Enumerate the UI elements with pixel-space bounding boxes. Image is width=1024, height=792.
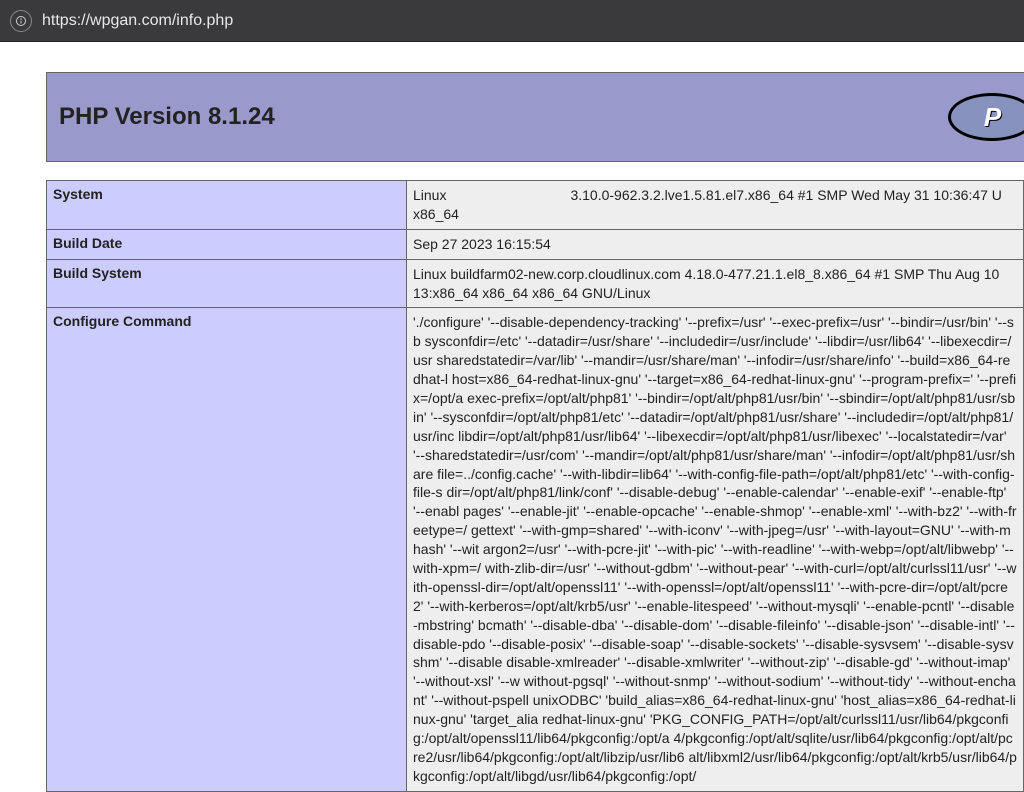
system-left: Linux bbox=[413, 186, 446, 205]
row-value-build-date: Sep 27 2023 16:15:54 bbox=[407, 229, 1024, 259]
row-value-system: Linux 3.10.0-962.3.2.lve1.5.81.el7.x86_6… bbox=[407, 181, 1024, 230]
php-logo-text: P bbox=[984, 102, 1000, 133]
browser-address-bar[interactable]: https://wpgan.com/info.php bbox=[0, 0, 1024, 42]
table-row: Build Date Sep 27 2023 16:15:54 bbox=[47, 229, 1024, 259]
table-row: System Linux 3.10.0-962.3.2.lve1.5.81.el… bbox=[47, 181, 1024, 230]
page-content: PHP Version 8.1.24 P System Linux 3.10.0… bbox=[0, 42, 1024, 792]
lock-icon bbox=[15, 15, 27, 27]
url-text[interactable]: https://wpgan.com/info.php bbox=[42, 12, 233, 30]
table-row: Build System Linux buildfarm02-new.corp.… bbox=[47, 259, 1024, 308]
phpinfo-header: PHP Version 8.1.24 P bbox=[46, 72, 1024, 162]
table-row: Configure Command './configure' '--disab… bbox=[47, 308, 1024, 791]
php-logo: P bbox=[964, 93, 1012, 141]
row-label-build-date: Build Date bbox=[47, 229, 407, 259]
php-version-title: PHP Version 8.1.24 bbox=[59, 103, 275, 131]
row-label-system: System bbox=[47, 181, 407, 230]
row-label-build-system: Build System bbox=[47, 259, 407, 308]
row-label-configure: Configure Command bbox=[47, 308, 407, 791]
site-info-icon[interactable] bbox=[10, 10, 32, 32]
php-logo-ellipse: P bbox=[948, 93, 1024, 141]
system-right: 3.10.0-962.3.2.lve1.5.81.el7.x86_64 #1 S… bbox=[570, 186, 1017, 205]
system-line2: x86_64 bbox=[413, 205, 1017, 224]
phpinfo-table: System Linux 3.10.0-962.3.2.lve1.5.81.el… bbox=[46, 180, 1024, 792]
row-value-configure: './configure' '--disable-dependency-trac… bbox=[407, 308, 1024, 791]
row-value-build-system: Linux buildfarm02-new.corp.cloudlinux.co… bbox=[407, 259, 1024, 308]
